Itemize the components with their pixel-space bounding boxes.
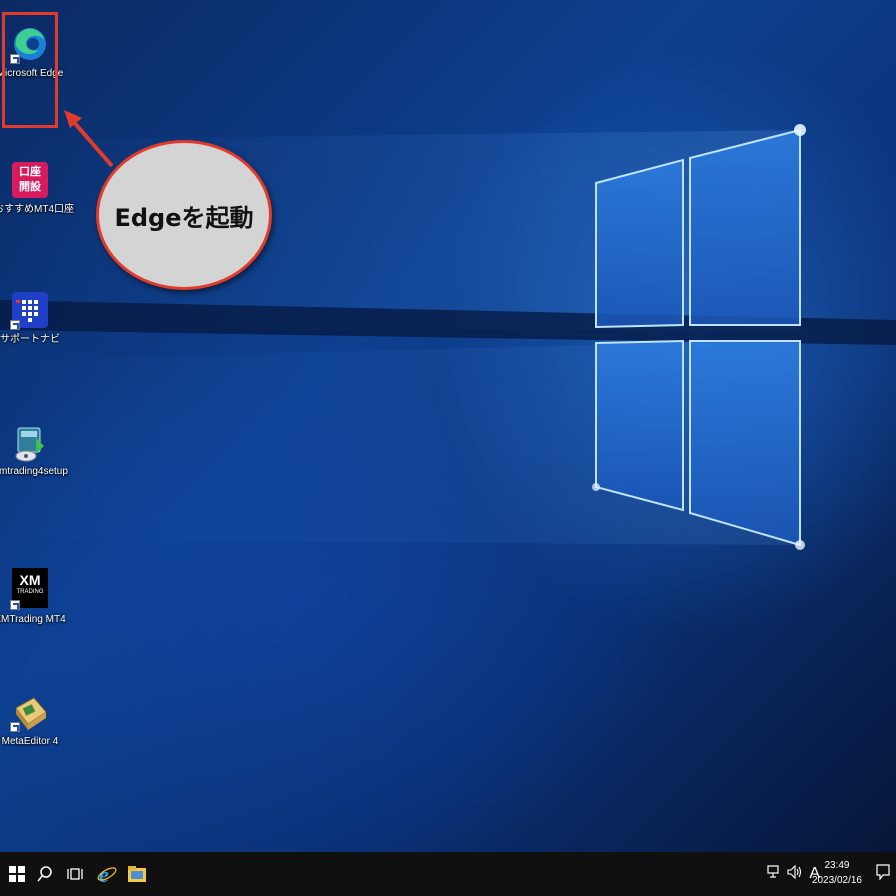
search-button[interactable] xyxy=(30,852,60,896)
desktop-icon-label: MetaEditor 4 xyxy=(1,736,59,747)
search-icon xyxy=(37,866,52,882)
desktop-icon-xmtrading-mt4[interactable]: XM TRADING XMTrading MT4 xyxy=(0,568,66,626)
shortcut-arrow-icon xyxy=(10,722,20,732)
xm-logo-text: XM xyxy=(19,572,41,588)
start-button[interactable] xyxy=(2,852,32,896)
xm-trading-icon: XM TRADING xyxy=(10,568,48,610)
internet-explorer-button[interactable]: e xyxy=(92,852,122,896)
desktop-icon-xmtrading4setup[interactable]: xmtrading4setup xyxy=(0,424,68,478)
notification-icon xyxy=(876,864,890,881)
wallpaper xyxy=(0,124,896,550)
account-open-icon: 口座 開設 xyxy=(12,162,48,198)
shortcut-arrow-icon xyxy=(10,320,20,330)
support-navi-icon xyxy=(10,292,48,330)
shortcut-arrow-icon xyxy=(10,600,20,610)
clock-time: 23:49 xyxy=(824,860,850,871)
windows-start-icon xyxy=(9,866,25,882)
xm-logo-subtext: TRADING xyxy=(16,589,44,595)
desktop-icon-account-open[interactable]: 口座 開設 おすすめMT4口座 xyxy=(0,162,74,216)
desktop-icon-label: おすすめMT4口座 xyxy=(0,204,74,215)
task-view-button[interactable] xyxy=(60,852,90,896)
clock-date: 2023/02/16 xyxy=(811,875,862,886)
desktop[interactable]: Microsoft Edge 口座 開設 おすすめMT4口座 サポートナビ xm… xyxy=(0,0,896,852)
account-open-icon-text-2: 開設 xyxy=(19,181,41,193)
volume-icon[interactable] xyxy=(787,864,803,884)
metaeditor-icon xyxy=(10,694,48,732)
desktop-icon-label: XMTrading MT4 xyxy=(0,614,66,625)
network-icon[interactable] xyxy=(767,864,781,884)
edge-highlight-box xyxy=(2,12,58,128)
file-explorer-button[interactable] xyxy=(122,852,152,896)
callout-text: Edgeを起動 xyxy=(114,203,254,232)
notification-center-button[interactable] xyxy=(876,864,890,885)
file-explorer-icon xyxy=(128,866,146,882)
desktop-icon-label: サポートナビ xyxy=(0,334,60,345)
task-view-icon xyxy=(67,868,83,880)
desktop-icon-label: xmtrading4setup xyxy=(0,466,68,477)
clock[interactable]: 23:49 2023/02/16 xyxy=(812,858,862,888)
desktop-icon-support-navi[interactable]: サポートナビ xyxy=(0,292,66,346)
desktop-icon-metaeditor-4[interactable]: MetaEditor 4 xyxy=(0,694,66,748)
installer-icon xyxy=(12,424,48,462)
callout-bubble: Edgeを起動 xyxy=(96,140,272,290)
internet-explorer-icon: e xyxy=(97,863,117,885)
account-open-icon-text-1: 口座 xyxy=(19,166,41,178)
taskbar: e A 23:49 2023/02/16 xyxy=(0,852,896,896)
